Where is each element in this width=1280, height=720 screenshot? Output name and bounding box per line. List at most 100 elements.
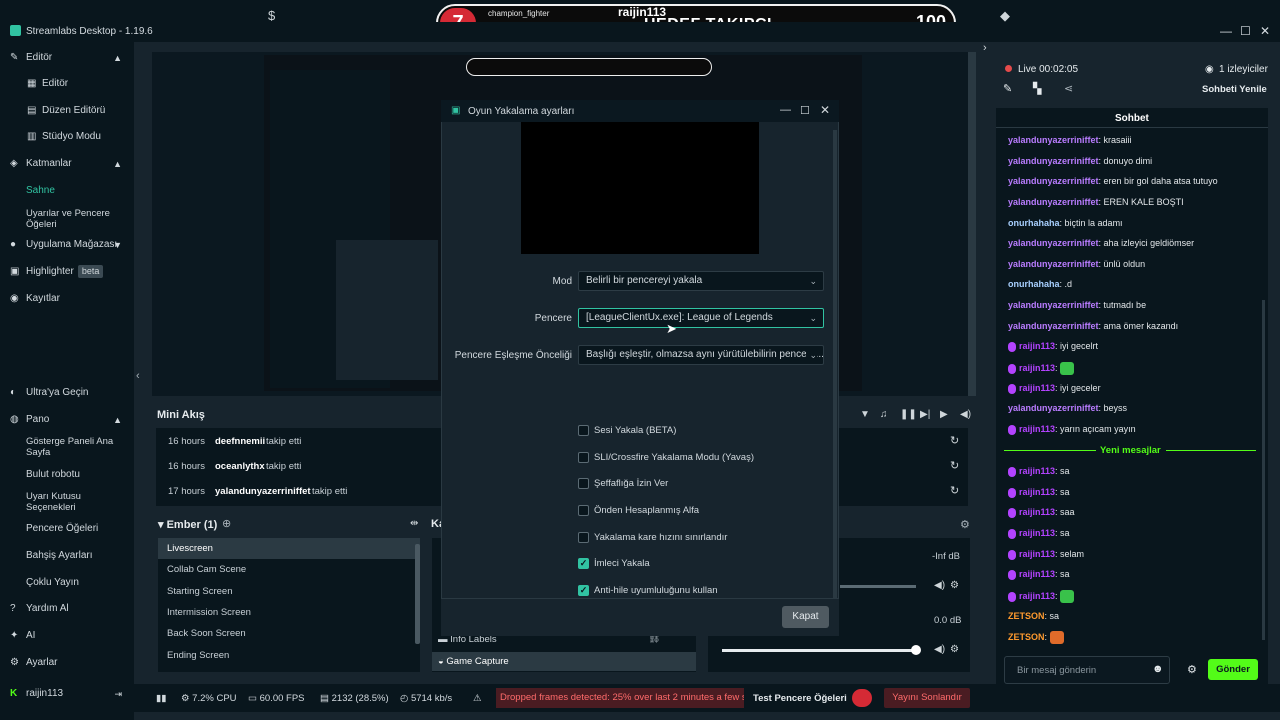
pencil-icon[interactable]: ✎ bbox=[1003, 82, 1012, 95]
replay-icon[interactable]: ↻ bbox=[950, 434, 959, 447]
preview-scrollbar[interactable] bbox=[968, 52, 976, 396]
sidebar-item-layers[interactable]: ◈ Katmanlar ▲ bbox=[0, 154, 134, 174]
dialog-footer bbox=[441, 598, 839, 636]
volume-icon[interactable]: ◀) bbox=[960, 409, 971, 420]
gear-icon[interactable]: ⚙ bbox=[960, 518, 970, 531]
sidebar-item-ai[interactable]: ✦ AI bbox=[0, 626, 134, 646]
streamlabs-logo-icon bbox=[10, 25, 21, 36]
help-icon: ? bbox=[10, 603, 16, 614]
mixer-slider-handle[interactable] bbox=[911, 645, 921, 655]
fps-stat: ▭ 60.00 FPS bbox=[248, 693, 305, 704]
gear-icon[interactable]: ⚙ bbox=[1187, 663, 1197, 676]
scenes-title[interactable]: ▾ Ember (1) bbox=[158, 518, 217, 531]
scenes-scrollbar[interactable] bbox=[415, 544, 420, 644]
volume-icon[interactable]: ◀) bbox=[934, 580, 945, 591]
ai-icon: ✦ bbox=[10, 630, 19, 641]
sidebar-item-help[interactable]: ? Yardım Al bbox=[0, 599, 134, 619]
forward-icon[interactable]: ▶ bbox=[940, 409, 948, 420]
list-item[interactable]: Ending Screen bbox=[167, 650, 229, 661]
gear-icon[interactable]: ⚙ bbox=[950, 580, 959, 591]
anti-cheat-checkbox[interactable]: ✓ bbox=[578, 585, 589, 596]
chat-message: yalandunyazerriniffet: ama ömer kazandı bbox=[1008, 321, 1179, 331]
maximize-icon[interactable]: ☐ bbox=[1240, 24, 1251, 38]
close-icon[interactable]: ✕ bbox=[820, 103, 830, 117]
subscriber-badge-icon bbox=[1008, 591, 1016, 602]
window-select[interactable]: [LeagueClientUx.exe]: League of Legends ⌄ bbox=[578, 308, 824, 328]
sidebar-item-cloudbot[interactable]: Bulut robotu bbox=[0, 465, 134, 485]
sidebar-item-ultra[interactable]: ◐ Ultra'ya Geçin bbox=[0, 383, 134, 403]
title-bar bbox=[0, 22, 1280, 42]
list-item[interactable]: Starting Screen bbox=[167, 586, 232, 597]
sidebar-item-account[interactable]: K raijin113 ⇥ bbox=[0, 684, 134, 704]
sidebar-item-tip-settings[interactable]: Bahşiş Ayarları bbox=[0, 546, 134, 566]
refresh-chat-button[interactable]: Sohbeti Yenile bbox=[1202, 84, 1267, 95]
dropped-frames-warning[interactable]: Dropped frames detected: 25% over last 2… bbox=[496, 688, 744, 708]
sidebar-item-alerts-widgets[interactable]: Uyarılar ve Pencere Öğeleri bbox=[26, 208, 126, 230]
minimize-icon[interactable]: — bbox=[780, 104, 791, 116]
mixer-slider-1[interactable] bbox=[840, 585, 916, 588]
list-item[interactable]: Back Soon Screen bbox=[167, 628, 246, 639]
sidebar-item-widgets[interactable]: Pencere Öğeleri bbox=[0, 519, 134, 539]
replay-icon[interactable]: ↻ bbox=[950, 484, 959, 497]
sli-crossfire-checkbox[interactable] bbox=[578, 452, 589, 463]
speed-icon: ◴ bbox=[400, 693, 409, 704]
collapse-sidebar-icon[interactable]: ‹ bbox=[136, 370, 140, 382]
list-item[interactable]: Intermission Screen bbox=[167, 607, 251, 618]
new-messages-divider-left bbox=[1004, 450, 1096, 451]
sidebar-item-alertbox-settings[interactable]: Uyarı Kutusu Seçenekleri bbox=[26, 491, 126, 513]
add-scene-icon[interactable]: ⊕ bbox=[222, 517, 231, 530]
test-widgets-button[interactable]: Test Pencere Öğeleri bbox=[753, 693, 847, 704]
sidebar-item-editor[interactable]: ▦ Editör bbox=[0, 74, 134, 94]
capture-cursor-checkbox[interactable]: ✓ bbox=[578, 558, 589, 569]
sidebar-item-editor-group[interactable]: ✎ Editör ▲ bbox=[0, 48, 134, 68]
sidebar-item-highlighter[interactable]: ▣ Highlighter beta bbox=[0, 262, 134, 282]
mode-select[interactable]: Belirli bir pencereyi yakala ⌄ bbox=[578, 271, 824, 291]
premultiplied-alpha-checkbox[interactable] bbox=[578, 505, 589, 516]
close-button[interactable]: Kapat bbox=[782, 606, 829, 628]
stats-icon[interactable]: ▮▮ bbox=[156, 693, 166, 704]
sidebar-item-settings[interactable]: ⚙ Ayarlar bbox=[0, 653, 134, 673]
maximize-icon[interactable]: ☐ bbox=[800, 104, 810, 117]
sidebar-item-studio-mode[interactable]: ▥ Stüdyo Modu bbox=[0, 127, 134, 147]
gear-icon[interactable]: ⚙ bbox=[950, 644, 959, 655]
list-item[interactable]: ◒ Game Capture bbox=[438, 656, 509, 667]
limit-framerate-checkbox[interactable] bbox=[578, 532, 589, 543]
mini-feed-title: Mini Akış bbox=[157, 409, 205, 421]
list-item[interactable]: Collab Cam Scene bbox=[167, 564, 246, 575]
table-row: 16 hours bbox=[168, 436, 205, 447]
sidebar-item-scene[interactable]: Sahne bbox=[0, 181, 134, 201]
live-timer: Live 00:02:05 bbox=[1018, 64, 1079, 75]
pause-icon[interactable]: ❚❚ bbox=[900, 409, 917, 420]
priority-select[interactable]: Başlığı eşleştir, olmazsa aynı yürütüleb… bbox=[578, 345, 824, 365]
emoji-icon[interactable]: ☻ bbox=[1152, 663, 1164, 675]
chat-scrollbar[interactable] bbox=[1262, 300, 1265, 640]
volume-icon[interactable]: ◀) bbox=[934, 644, 945, 655]
chevron-right-icon[interactable]: › bbox=[983, 42, 987, 54]
chat-message: raijin113: sa bbox=[1008, 528, 1070, 539]
sidebar-item-dashboard[interactable]: ◍ Pano ▲ bbox=[0, 410, 134, 430]
dialog-scrollbar[interactable] bbox=[833, 130, 837, 600]
popout-icon[interactable]: ▚ bbox=[1033, 82, 1041, 95]
list-item[interactable]: Livescreen bbox=[167, 543, 213, 554]
close-icon[interactable]: ✕ bbox=[1260, 24, 1270, 38]
collapse-icon[interactable]: ⇹ bbox=[410, 518, 418, 529]
replay-icon[interactable]: ↻ bbox=[950, 459, 959, 472]
skip-icon[interactable]: ▶| bbox=[920, 409, 930, 420]
share-icon[interactable]: ⋖ bbox=[1064, 82, 1073, 95]
sidebar-item-layout-editor[interactable]: ▤ Düzen Editörü bbox=[0, 101, 134, 121]
rec-icon[interactable] bbox=[852, 689, 872, 707]
sidebar-item-app-store[interactable]: ● Uygulama Mağazası ▼ bbox=[0, 235, 134, 255]
dialog-title: Oyun Yakalama ayarları bbox=[468, 106, 575, 117]
music-icon[interactable]: ♫ bbox=[880, 409, 888, 420]
sidebar-item-multistream[interactable]: Çoklu Yayın bbox=[0, 573, 134, 593]
sidebar-item-dashboard-home[interactable]: Gösterge Paneli Ana Sayfa bbox=[26, 436, 126, 458]
sidebar-item-recordings[interactable]: ◉ Kayıtlar bbox=[0, 289, 134, 309]
filter-icon[interactable]: ▼ bbox=[860, 409, 870, 420]
minimize-icon[interactable]: — bbox=[1220, 24, 1232, 38]
allow-transparency-checkbox[interactable] bbox=[578, 478, 589, 489]
end-stream-button[interactable]: Yayını Sonlandır bbox=[884, 688, 970, 708]
send-button[interactable]: Gönder bbox=[1208, 659, 1258, 680]
subscriber-badge-icon bbox=[1008, 487, 1016, 498]
mixer-slider-2[interactable] bbox=[722, 649, 918, 652]
capture-audio-checkbox[interactable] bbox=[578, 425, 589, 436]
